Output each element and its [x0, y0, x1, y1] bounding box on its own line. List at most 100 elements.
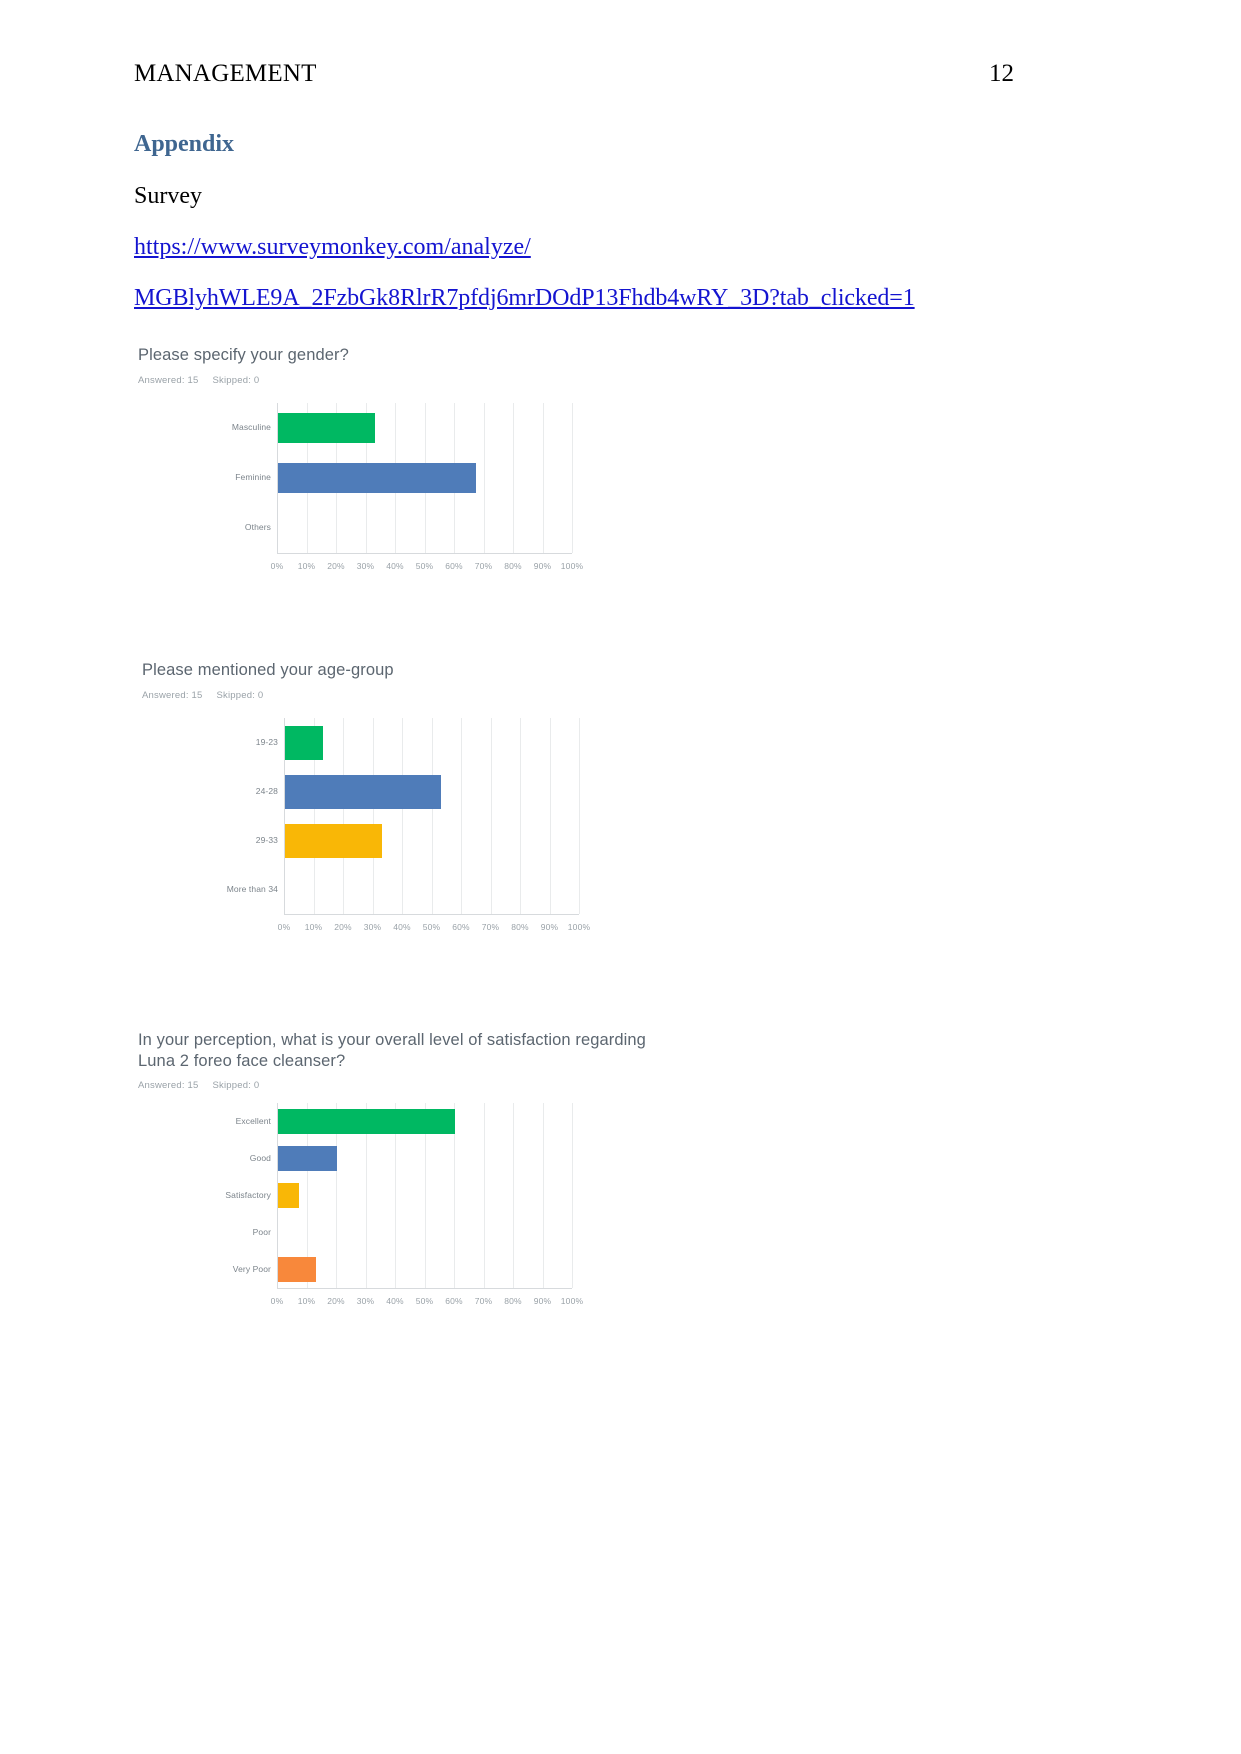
chart-category-label: Very Poor [232, 1263, 271, 1274]
survey-chart-age-group: Please mentioned your age-group Answered:… [142, 660, 822, 932]
chart-gridline [372, 718, 374, 914]
chart-gridline [542, 403, 544, 553]
chart-tick-label: 80% [504, 1296, 522, 1306]
chart-category-label: Masculine [231, 422, 271, 432]
chart-axis-baseline [284, 914, 579, 915]
chart-category-label: Good [249, 1152, 271, 1163]
chart-tick-label: 40% [386, 561, 404, 571]
running-head: MANAGEMENT [134, 60, 317, 87]
chart-category-label: Feminine [235, 472, 271, 482]
chart-tick-label: 60% [445, 1296, 463, 1306]
chart-category-label: Excellent [235, 1115, 271, 1126]
chart-bar [278, 1109, 455, 1134]
chart-tick-label: 0% [277, 922, 291, 932]
skipped-count: Skipped: 0 [216, 689, 264, 701]
chart-x-axis-ticks: 0% 10% 20% 30% 40% 50% 60% 70% 80% 90% 100% [278, 922, 590, 936]
chart-bar [278, 1146, 337, 1171]
chart-tick-label: 90% [533, 1296, 552, 1306]
chart-category-label: Others [244, 522, 271, 532]
chart-response-meta: Answered: 15 Skipped: 0 [138, 1080, 743, 1091]
chart-category-label: 19-23 [255, 736, 278, 747]
chart-gridline [490, 718, 492, 914]
chart-tick-label: 70% [481, 922, 500, 932]
answered-count: Answered: 15 [142, 689, 203, 701]
chart-category-label: Satisfactory [225, 1189, 271, 1200]
chart-tick-label: 70% [474, 561, 493, 571]
chart-tick-label: 70% [474, 1296, 493, 1306]
chart-tick-label: 10% [297, 1296, 316, 1306]
chart-tick-label: 100% [560, 561, 584, 571]
chart-tick-label: 90% [540, 922, 559, 932]
document-page: MANAGEMENT 12 Appendix Survey https://ww… [0, 0, 1241, 1754]
chart-plot-area: Masculine Feminine Others 0% 10% 20% 30% 40% 50%… [232, 403, 583, 571]
survey-chart-gender: Please specify your gender? Answered: 15 S… [138, 345, 818, 571]
chart-tick-label: 40% [393, 922, 411, 932]
chart-bar [278, 413, 376, 443]
chart-bar [278, 1257, 317, 1282]
chart-tick-label: 30% [356, 1296, 375, 1306]
chart-tick-label: 50% [415, 561, 434, 571]
chart-plot-area: 19-23 24-28 29-33 More than 34 0% 10% 20% 30% 40… [227, 718, 590, 932]
chart-question-title: In your perception, what is your overall… [138, 1031, 646, 1070]
chart-tick-label: 80% [504, 561, 522, 571]
chart-tick-label: 90% [533, 561, 552, 571]
chart-bar [285, 823, 383, 858]
chart-tick-label: 60% [452, 922, 470, 932]
chart-gridline [513, 1103, 514, 1288]
chart-tick-label: 40% [386, 1296, 404, 1306]
chart-gridline [572, 403, 573, 553]
chart-tick-label: 0% [270, 1296, 284, 1306]
chart-axis-baseline [277, 553, 572, 554]
chart-response-meta: Answered: 15 Skipped: 0 [138, 375, 818, 386]
chart-tick-label: 50% [415, 1296, 434, 1306]
chart-bar [285, 774, 442, 809]
skipped-count: Skipped: 0 [212, 374, 260, 386]
chart-gridline [431, 718, 433, 914]
chart-gridline [542, 1103, 544, 1288]
chart-tick-label: 20% [327, 561, 345, 571]
chart-axis-baseline [277, 1288, 572, 1289]
surveymonkey-link-line-2[interactable]: MGBlyhWLE9A_2FzbGk8RlrR7pfdj6mrDOdP13Fhd… [134, 285, 915, 312]
skipped-count: Skipped: 0 [212, 1080, 260, 1092]
chart-response-meta: Answered: 15 Skipped: 0 [142, 690, 822, 701]
chart-x-axis-ticks: 0% 10% 20% 30% 40% 50% 60% 70% 80% 90% 100% [271, 1296, 583, 1310]
chart-tick-label: 100% [567, 922, 591, 932]
chart-gridline [513, 403, 514, 553]
survey-chart-satisfaction: In your perception, what is your overall… [138, 1030, 743, 1306]
chart-gridline [520, 718, 521, 914]
chart-gridline [483, 403, 485, 553]
chart-tick-label: 100% [560, 1296, 584, 1306]
chart-tick-label: 30% [356, 561, 375, 571]
chart-x-axis-ticks: 0% 10% 20% 30% 40% 50% 60% 70% 80% 90% 100% [271, 561, 583, 575]
chart-gridline [572, 1103, 573, 1288]
chart-tick-label: 10% [304, 922, 323, 932]
surveymonkey-link-line-1[interactable]: https://www.surveymonkey.com/analyze/ [134, 234, 531, 261]
chart-tick-label: 10% [297, 561, 316, 571]
chart-gridline [483, 1103, 485, 1288]
chart-tick-label: 20% [334, 922, 352, 932]
chart-tick-label: 0% [270, 561, 284, 571]
chart-question-title: Please mentioned your age-group [142, 661, 394, 679]
appendix-heading: Appendix [134, 131, 235, 157]
chart-gridline [579, 718, 580, 914]
chart-gridline [402, 718, 403, 914]
document-header: MANAGEMENT 12 [134, 60, 1014, 88]
chart-bar [278, 463, 476, 493]
answered-count: Answered: 15 [138, 1080, 199, 1092]
page-number: 12 [989, 60, 1014, 87]
survey-section-label: Survey [134, 183, 202, 209]
answered-count: Answered: 15 [138, 374, 199, 386]
chart-tick-label: 60% [445, 561, 463, 571]
chart-bar [285, 725, 324, 760]
chart-tick-label: 50% [422, 922, 441, 932]
chart-gridline [549, 718, 551, 914]
chart-category-label: 24-28 [255, 785, 278, 796]
chart-plot-area: Excellent Good Satisfactory Poor Very Poor 0%… [225, 1103, 583, 1306]
chart-tick-label: 80% [511, 922, 529, 932]
chart-gridline [461, 718, 462, 914]
chart-tick-label: 20% [327, 1296, 345, 1306]
chart-category-label: Poor [252, 1226, 271, 1237]
chart-category-label: 29-33 [255, 834, 278, 845]
chart-bar [278, 1183, 299, 1208]
chart-tick-label: 30% [363, 922, 382, 932]
